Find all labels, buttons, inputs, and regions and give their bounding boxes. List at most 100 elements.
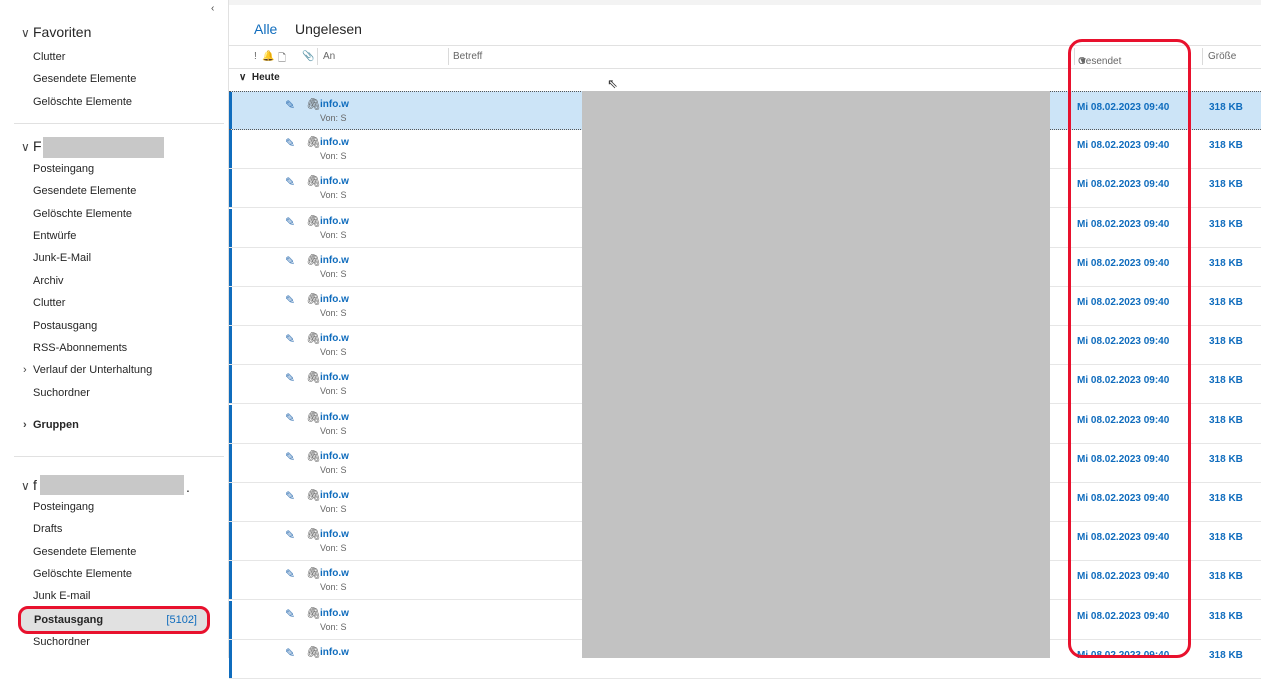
folder-search-folders[interactable]: Suchordner — [33, 387, 90, 399]
filter-all-tab[interactable]: Alle — [254, 21, 277, 37]
folder-pane: ‹ ∨ Favoriten Clutter Gesendete Elemente … — [0, 0, 229, 658]
draft-icon: ✎ — [285, 371, 296, 385]
account2-trailing: . — [186, 479, 190, 495]
message-size: 318 KB — [1209, 179, 1243, 190]
folder-sent-items[interactable]: Gesendete Elemente — [33, 73, 136, 85]
sent-date: Mi 08.02.2023 09:40 — [1077, 611, 1170, 622]
unread-indicator — [229, 405, 232, 443]
recipient: info.w — [320, 568, 349, 579]
unread-indicator — [229, 444, 232, 482]
column-subject[interactable]: Betreff — [453, 51, 482, 62]
message-size: 318 KB — [1209, 650, 1243, 661]
redacted-content — [582, 91, 1050, 658]
draft-icon: ✎ — [285, 607, 296, 621]
folder-drafts[interactable]: Entwürfe — [33, 230, 76, 242]
sender: Von: S — [320, 386, 347, 396]
item-type-column-icon[interactable]: 🗋 — [278, 51, 286, 68]
sent-date: Mi 08.02.2023 09:40 — [1077, 415, 1170, 426]
folder-outbox-selected[interactable]: Postausgang [5102] — [18, 606, 210, 634]
recipient: info.w — [320, 137, 349, 148]
folder-drafts[interactable]: Drafts — [33, 523, 62, 535]
importance-column-icon[interactable]: ! — [254, 51, 257, 62]
attachment-icon: 🖇 — [306, 410, 322, 424]
column-separator — [1202, 48, 1203, 65]
message-size: 318 KB — [1209, 297, 1243, 308]
attachment-icon: 🖇 — [306, 253, 322, 267]
groups-header[interactable]: › Gruppen — [23, 419, 79, 431]
chevron-down-icon: ∨ — [21, 140, 30, 154]
sent-date: Mi 08.02.2023 09:40 — [1077, 179, 1170, 190]
recipient: info.w — [320, 608, 349, 619]
unread-indicator — [229, 169, 232, 207]
folder-inbox[interactable]: Posteingang — [33, 163, 94, 175]
sender: Von: S — [320, 465, 347, 475]
recipient: info.w — [320, 647, 349, 658]
attachment-icon: 🖇 — [306, 370, 322, 384]
unread-indicator — [229, 92, 232, 129]
attachment-icon: 🖇 — [306, 214, 322, 228]
unread-count-badge: [5102] — [166, 614, 197, 626]
divider — [14, 123, 224, 124]
folder-clutter[interactable]: Clutter — [33, 51, 65, 63]
folder-junk[interactable]: Junk-E-Mail — [33, 252, 91, 264]
attachment-icon: 🖇 — [306, 566, 322, 580]
sender: Von: S — [320, 151, 347, 161]
sender: Von: S — [320, 504, 347, 514]
account1-header[interactable]: ∨ F — [21, 138, 42, 154]
folder-inbox[interactable]: Posteingang — [33, 501, 94, 513]
folder-sent-items[interactable]: Gesendete Elemente — [33, 185, 136, 197]
unread-indicator — [229, 601, 232, 639]
unread-indicator — [229, 365, 232, 403]
attachment-column-icon[interactable]: 📎 — [302, 51, 314, 62]
sender: Von: S — [320, 190, 347, 200]
attachment-icon: 🖇 — [306, 488, 322, 502]
folder-rss[interactable]: RSS-Abonnements — [33, 342, 127, 354]
draft-icon: ✎ — [285, 254, 296, 268]
sent-date: Mi 08.02.2023 09:40 — [1077, 571, 1170, 582]
top-bar — [229, 0, 1261, 5]
sender: Von: S — [320, 426, 347, 436]
sender: Von: S — [320, 269, 347, 279]
sent-date: Mi 08.02.2023 09:40 — [1077, 650, 1170, 661]
folder-junk[interactable]: Junk E-mail — [33, 590, 90, 602]
sent-date: Mi 08.02.2023 09:40 — [1077, 102, 1170, 113]
folder-conversation-history[interactable]: › Verlauf der Unterhaltung — [23, 364, 152, 376]
recipient: info.w — [320, 99, 349, 110]
folder-deleted-items[interactable]: Gelöschte Elemente — [33, 568, 132, 580]
attachment-icon: 🖇 — [306, 606, 322, 620]
folder-deleted-items[interactable]: Gelöschte Elemente — [33, 96, 132, 108]
group-header-today[interactable]: ∨ Heute — [229, 68, 1261, 90]
attachment-icon: 🖇 — [306, 135, 322, 149]
folder-sent-items[interactable]: Gesendete Elemente — [33, 546, 136, 558]
column-size[interactable]: Größe — [1208, 51, 1236, 62]
account2-header[interactable]: ∨ f — [21, 477, 37, 493]
favorites-header[interactable]: ∨ Favoriten — [21, 24, 91, 40]
chevron-right-icon: › — [23, 419, 27, 431]
column-separator — [1074, 48, 1075, 65]
column-to[interactable]: An — [323, 51, 335, 62]
chevron-down-icon: ∨ — [21, 26, 30, 40]
folder-archive[interactable]: Archiv — [33, 275, 64, 287]
attachment-icon: 🖇 — [306, 292, 322, 306]
chevron-down-icon: ∨ — [239, 72, 247, 83]
chevron-right-icon: › — [23, 364, 27, 376]
unread-indicator — [229, 561, 232, 599]
sent-date: Mi 08.02.2023 09:40 — [1077, 297, 1170, 308]
recipient: info.w — [320, 176, 349, 187]
filter-unread-tab[interactable]: Ungelesen — [295, 21, 362, 37]
attachment-icon: 🖇 — [306, 645, 322, 659]
message-size: 318 KB — [1209, 258, 1243, 269]
message-size: 318 KB — [1209, 415, 1243, 426]
folder-outbox[interactable]: Postausgang — [33, 320, 97, 332]
message-size: 318 KB — [1209, 336, 1243, 347]
folder-deleted-items[interactable]: Gelöschte Elemente — [33, 208, 132, 220]
reminder-column-icon[interactable]: 🔔 — [262, 51, 274, 62]
folder-clutter[interactable]: Clutter — [33, 297, 65, 309]
message-size: 318 KB — [1209, 140, 1243, 151]
collapse-pane-icon[interactable]: ‹ — [211, 3, 214, 14]
draft-icon: ✎ — [285, 411, 296, 425]
folder-search-folders[interactable]: Suchordner — [33, 636, 90, 648]
folder-label: Postausgang — [34, 614, 104, 626]
sent-date: Mi 08.02.2023 09:40 — [1077, 532, 1170, 543]
sent-date: Mi 08.02.2023 09:40 — [1077, 375, 1170, 386]
